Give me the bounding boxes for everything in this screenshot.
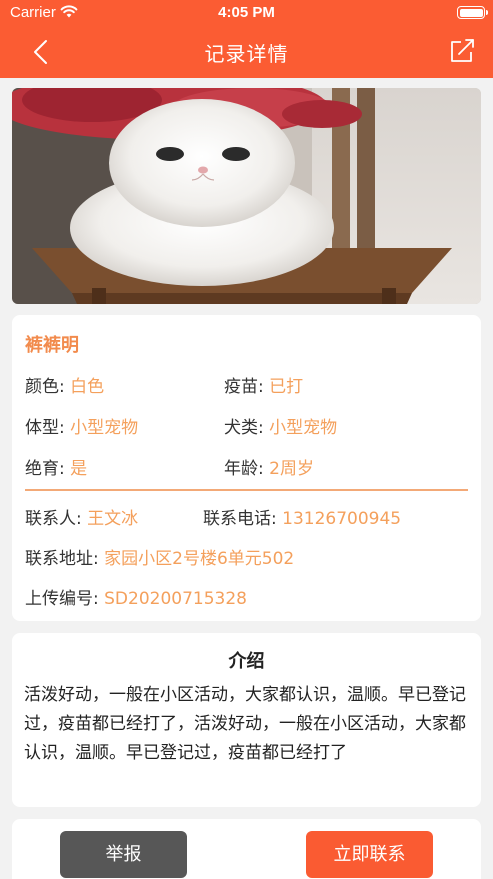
field-breed: 犬类: 小型宠物: [224, 413, 337, 438]
field-value: 2周岁: [269, 459, 314, 479]
field-value: 小型宠物: [269, 418, 338, 438]
field-value: 王文冰: [87, 509, 139, 529]
field-label: 犬类:: [224, 418, 264, 438]
page-title: 记录详情: [204, 42, 289, 66]
field-label: 疫苗:: [224, 377, 264, 397]
contact-now-button[interactable]: 立即联系: [306, 831, 433, 878]
field-upload-number: 上传编号: SD20200715328: [25, 584, 247, 609]
intro-card: 介绍 活泼好动，一般在小区活动，大家都认识，温顺。早已登记过，疫苗都已经打了，活…: [12, 633, 481, 807]
field-neutered: 绝育: 是: [25, 454, 87, 479]
field-size: 体型: 小型宠物: [25, 413, 138, 438]
intro-title: 介绍: [228, 651, 265, 672]
field-value: 13126700945: [282, 509, 402, 529]
field-label: 联系电话:: [203, 509, 277, 529]
field-vaccine: 疫苗: 已打: [224, 372, 303, 397]
field-value: 是: [70, 459, 88, 479]
field-contact-person: 联系人: 王文冰: [25, 504, 138, 529]
field-color: 颜色: 白色: [25, 372, 104, 397]
field-label: 年龄:: [224, 459, 264, 479]
field-value: SD20200715328: [104, 589, 247, 609]
field-value: 小型宠物: [70, 418, 139, 438]
field-contact-phone: 联系电话: 13126700945: [203, 504, 401, 529]
navigation-bar: 记录详情: [0, 26, 493, 78]
divider: [25, 489, 468, 491]
field-label: 体型:: [25, 418, 65, 438]
action-bar: 举报 立即联系: [12, 819, 481, 879]
status-time: 4:05 PM: [218, 4, 275, 21]
field-age: 年龄: 2周岁: [224, 454, 314, 479]
field-label: 绝育:: [25, 459, 65, 479]
field-value: 白色: [70, 377, 105, 397]
status-bar: Carrier 4:05 PM: [0, 0, 493, 26]
field-label: 联系人:: [25, 509, 82, 529]
field-label: 联系地址:: [25, 549, 99, 569]
pet-info-card: 裤裤明 颜色: 白色 疫苗: 已打 体型: 小型宠物 犬类: 小型宠物 绝育: …: [12, 315, 481, 621]
report-button[interactable]: 举报: [60, 831, 187, 878]
pet-name: 裤裤明: [25, 335, 79, 356]
battery-icon: [457, 6, 488, 19]
header: Carrier 4:05 PM 记录详情: [0, 0, 493, 78]
intro-text: 活泼好动，一般在小区活动，大家都认识，温顺。早已登记过，疫苗都已经打了，活泼好动…: [24, 685, 466, 763]
field-label: 上传编号:: [25, 589, 99, 609]
pet-photo: [12, 88, 481, 304]
field-contact-address: 联系地址: 家园小区2号楼6单元502: [25, 544, 294, 569]
field-label: 颜色:: [25, 377, 65, 397]
share-icon[interactable]: [447, 36, 477, 66]
field-value: 已打: [269, 377, 304, 397]
field-value: 家园小区2号楼6单元502: [104, 549, 295, 569]
